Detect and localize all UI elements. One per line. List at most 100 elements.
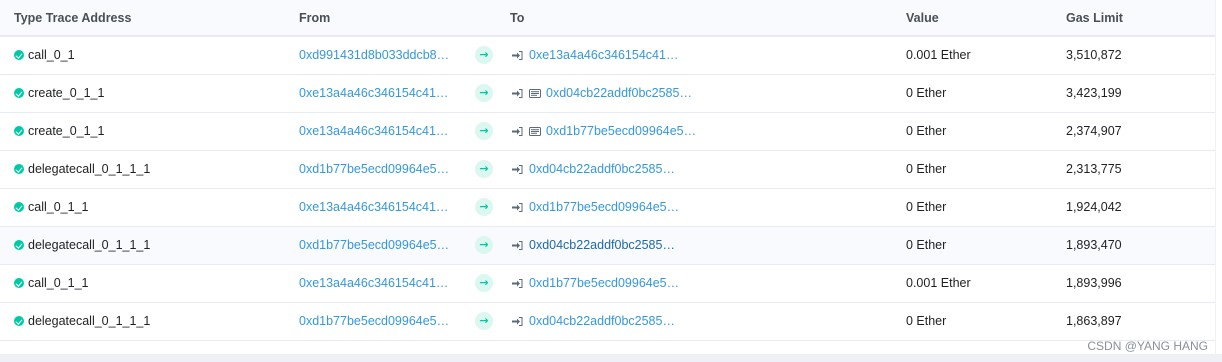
check-circle-icon <box>14 202 24 212</box>
trace-type-label: delegatecall_0_1_1_1 <box>28 238 151 252</box>
arrow-right-icon: → <box>475 274 493 292</box>
header-from: From <box>299 10 331 25</box>
contract-icon <box>529 87 541 98</box>
value-cell: 0 Ether <box>906 124 947 138</box>
table-row: create_0_1_1 0xe13a4a46c346154c41… → 0xd1b7… <box>0 112 1215 150</box>
header-gas-limit: Gas Limit <box>1066 10 1123 25</box>
table-body: call_0_1 0xd991431d8b033ddcb8… → 0xe13a4a46… <box>0 36 1215 340</box>
from-address-link[interactable]: 0xd1b77be5ecd09964e5… <box>299 162 449 176</box>
from-address-link[interactable]: 0xd1b77be5ecd09964e5… <box>299 238 449 252</box>
arrow-right-icon: → <box>475 198 493 216</box>
table-row: call_0_1_1 0xe13a4a46c346154c41… → 0xd1b77b… <box>0 264 1215 302</box>
direction-cell: → <box>470 112 508 150</box>
gas-limit-cell: 1,924,042 <box>1066 200 1122 214</box>
value-cell: 0.001 Ether <box>906 48 971 63</box>
arrow-right-icon: → <box>475 160 493 178</box>
trace-type-label: delegatecall_0_1_1_1 <box>28 162 151 176</box>
sign-in-icon <box>512 315 523 326</box>
header-to: To <box>510 10 525 25</box>
trace-type-cell: delegatecall_0_1_1_1 <box>0 226 297 264</box>
direction-cell: → <box>470 150 508 188</box>
from-cell: 0xe13a4a46c346154c41… <box>297 74 470 112</box>
table-row: delegatecall_0_1_1_1 0xd1b77be5ecd09964e5… <box>0 150 1215 188</box>
arrow-right-icon: → <box>475 46 493 65</box>
from-address-link[interactable]: 0xd991431d8b033ddcb8… <box>299 48 449 62</box>
check-circle-icon <box>14 88 24 98</box>
sign-in-icon <box>512 201 523 212</box>
gas-limit-cell: 1,893,996 <box>1066 276 1122 290</box>
to-address-link[interactable]: 0xd04cb22addf0bc2585… <box>529 162 675 176</box>
trace-type-cell: call_0_1_1 <box>0 264 297 302</box>
gas-limit-cell: 1,863,897 <box>1066 314 1122 328</box>
trace-type-label: delegatecall_0_1_1_1 <box>28 314 151 328</box>
direction-cell: → <box>470 302 508 340</box>
arrow-right-icon: → <box>475 312 493 330</box>
to-address-link[interactable]: 0xd04cb22addf0bc2585… <box>529 314 675 328</box>
to-cell: 0xd1b77be5ecd09964e5… <box>508 264 906 302</box>
table-row: call_0_1_1 0xe13a4a46c346154c41… → 0xd1b77b… <box>0 188 1215 226</box>
from-address-link[interactable]: 0xe13a4a46c346154c41… <box>299 200 448 214</box>
contract-icon <box>529 125 541 136</box>
from-cell: 0xd1b77be5ecd09964e5… <box>297 302 470 340</box>
sign-in-icon <box>512 239 523 250</box>
table-row: delegatecall_0_1_1_1 0xd1b77be5ecd09964e5… <box>0 226 1215 264</box>
value-cell: 0 Ether <box>906 200 947 214</box>
header-value: Value <box>906 10 939 25</box>
to-cell: 0xd04cb22addf0bc2585… <box>508 74 906 112</box>
sign-in-icon <box>512 277 523 288</box>
from-address-link[interactable]: 0xe13a4a46c346154c41… <box>299 124 448 138</box>
to-address-link[interactable]: 0xd1b77be5ecd09964e5… <box>529 200 679 214</box>
trace-type-label: create_0_1_1 <box>28 124 105 138</box>
table-row: delegatecall_0_1_1_1 0xd1b77be5ecd09964e5… <box>0 302 1215 340</box>
trace-type-cell: delegatecall_0_1_1_1 <box>0 302 297 340</box>
direction-cell: → <box>470 226 508 264</box>
horizontal-scrollbar[interactable] <box>0 354 1222 362</box>
gas-limit-cell: 3,423,199 <box>1066 86 1122 100</box>
from-cell: 0xd1b77be5ecd09964e5… <box>297 226 470 264</box>
value-cell: 0 Ether <box>906 238 947 252</box>
value-cell: 0.001 Ether <box>906 276 971 290</box>
from-address-link[interactable]: 0xd1b77be5ecd09964e5… <box>299 314 449 328</box>
to-address-link[interactable]: 0xe13a4a46c346154c41… <box>529 48 678 62</box>
gas-limit-cell: 2,374,907 <box>1066 124 1122 138</box>
trace-type-label: create_0_1_1 <box>28 86 105 100</box>
trace-type-cell: call_0_1 <box>0 36 297 74</box>
to-address-link[interactable]: 0xd04cb22addf0bc2585… <box>546 86 692 100</box>
to-cell: 0xd1b77be5ecd09964e5… <box>508 188 906 226</box>
sign-in-icon <box>512 87 523 98</box>
trace-type-label: call_0_1_1 <box>28 200 89 214</box>
gas-limit-cell: 3,510,872 <box>1066 48 1122 63</box>
value-cell: 0 Ether <box>906 162 947 176</box>
trace-type-cell: delegatecall_0_1_1_1 <box>0 150 297 188</box>
from-address-link[interactable]: 0xe13a4a46c346154c41… <box>299 86 448 100</box>
table-header-row: Type Trace Address From To Value Gas Lim… <box>0 0 1215 36</box>
from-cell: 0xe13a4a46c346154c41… <box>297 188 470 226</box>
gas-limit-cell: 1,893,470 <box>1066 238 1122 252</box>
sign-in-icon <box>512 125 523 136</box>
to-cell: 0xe13a4a46c346154c41… <box>508 36 906 74</box>
direction-cell: → <box>470 188 508 226</box>
from-cell: 0xe13a4a46c346154c41… <box>297 264 470 302</box>
trace-type-cell: create_0_1_1 <box>0 74 297 112</box>
to-address-link[interactable]: 0xd04cb22addf0bc2585… <box>529 238 675 252</box>
check-circle-icon <box>14 126 24 136</box>
trace-type-label: call_0_1_1 <box>28 276 89 290</box>
to-cell: 0xd04cb22addf0bc2585… <box>508 302 906 340</box>
direction-cell: → <box>470 264 508 302</box>
from-cell: 0xd991431d8b033ddcb8… <box>297 36 470 74</box>
arrow-right-icon: → <box>475 84 493 102</box>
to-address-link[interactable]: 0xd1b77be5ecd09964e5… <box>529 276 679 290</box>
to-cell: 0xd04cb22addf0bc2585… <box>508 150 906 188</box>
table-row: call_0_1 0xd991431d8b033ddcb8… → 0xe13a4a46… <box>0 36 1215 74</box>
to-cell: 0xd04cb22addf0bc2585… <box>508 226 906 264</box>
watermark-text: CSDN @YANG HANG <box>1087 339 1208 353</box>
arrow-right-icon: → <box>475 122 493 140</box>
internal-transactions-panel: Type Trace Address From To Value Gas Lim… <box>0 0 1222 362</box>
trace-type-cell: create_0_1_1 <box>0 112 297 150</box>
value-cell: 0 Ether <box>906 314 947 328</box>
from-cell: 0xe13a4a46c346154c41… <box>297 112 470 150</box>
from-address-link[interactable]: 0xe13a4a46c346154c41… <box>299 276 448 290</box>
from-cell: 0xd1b77be5ecd09964e5… <box>297 150 470 188</box>
scroll-edge <box>1215 0 1222 354</box>
to-address-link[interactable]: 0xd1b77be5ecd09964e5… <box>546 124 696 138</box>
